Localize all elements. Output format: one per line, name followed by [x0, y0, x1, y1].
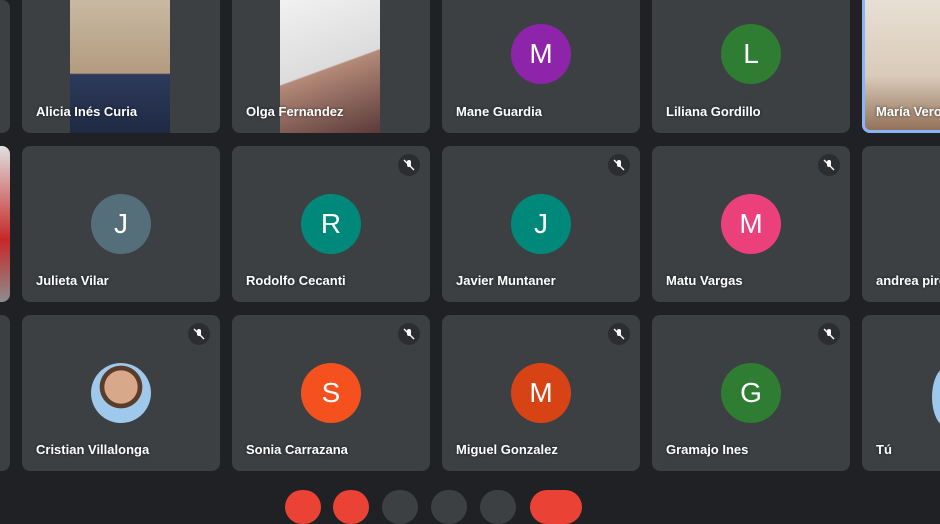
participant-tile[interactable]: Alicia Inés Curia: [22, 0, 220, 133]
self-tile[interactable]: Tú: [862, 315, 940, 471]
participant-tile[interactable]: [0, 315, 10, 471]
participant-tile[interactable]: [0, 146, 10, 302]
avatar: R: [301, 194, 361, 254]
participant-name: Matu Vargas: [666, 273, 743, 288]
participant-name: Olga Fernandez: [246, 104, 344, 119]
participant-name: Miguel Gonzalez: [456, 442, 558, 457]
participant-tile[interactable]: M Mane Guardia: [442, 0, 640, 133]
participant-tile[interactable]: M Matu Vargas: [652, 146, 850, 302]
camera-button[interactable]: [333, 490, 369, 524]
participant-name: Mane Guardia: [456, 104, 542, 119]
participant-name: Alicia Inés Curia: [36, 104, 138, 119]
participant-tile-speaking[interactable]: María Vero: [862, 0, 940, 133]
avatar: L: [721, 24, 781, 84]
participant-name: Rodolfo Cecanti: [246, 273, 346, 288]
participant-tile[interactable]: S Sonia Carrazana: [232, 315, 430, 471]
participant-name: Sonia Carrazana: [246, 442, 348, 457]
self-avatar: [932, 367, 940, 427]
participant-tile[interactable]: M Miguel Gonzalez: [442, 315, 640, 471]
mic-off-icon: [398, 154, 420, 176]
participant-tile[interactable]: andrea pire: [862, 146, 940, 302]
captions-button[interactable]: [382, 490, 418, 524]
participant-tile[interactable]: G Gramajo Ines: [652, 315, 850, 471]
avatar: J: [91, 194, 151, 254]
avatar: S: [301, 363, 361, 423]
mic-off-icon: [398, 323, 420, 345]
participant-name: Tú: [876, 442, 892, 457]
more-options-button[interactable]: [480, 490, 516, 524]
participant-tile[interactable]: [0, 0, 10, 133]
participant-tile[interactable]: Olga Fernandez: [232, 0, 430, 133]
participant-name: Gramajo Ines: [666, 442, 749, 457]
participant-tile[interactable]: L Liliana Gordillo: [652, 0, 850, 133]
present-button[interactable]: [431, 490, 467, 524]
participant-name: Javier Muntaner: [456, 273, 556, 288]
mic-off-icon: [188, 323, 210, 345]
avatar-photo: [91, 363, 151, 423]
participant-name: María Vero: [876, 104, 940, 119]
mic-off-icon: [818, 154, 840, 176]
avatar: M: [511, 363, 571, 423]
participant-tile[interactable]: Cristian Villalonga: [22, 315, 220, 471]
avatar: M: [721, 194, 781, 254]
participant-name: andrea pire: [876, 273, 940, 288]
avatar: M: [511, 24, 571, 84]
mic-off-icon: [608, 154, 630, 176]
mic-off-icon: [608, 323, 630, 345]
participant-name: Julieta Vilar: [36, 273, 109, 288]
avatar: J: [511, 194, 571, 254]
participant-name: Liliana Gordillo: [666, 104, 761, 119]
participant-tile[interactable]: J Javier Muntaner: [442, 146, 640, 302]
avatar: G: [721, 363, 781, 423]
mic-off-icon: [818, 323, 840, 345]
leave-call-button[interactable]: [530, 490, 582, 524]
mic-button[interactable]: [285, 490, 321, 524]
participant-tile[interactable]: J Julieta Vilar: [22, 146, 220, 302]
participant-tile[interactable]: R Rodolfo Cecanti: [232, 146, 430, 302]
participant-name: Cristian Villalonga: [36, 442, 150, 457]
